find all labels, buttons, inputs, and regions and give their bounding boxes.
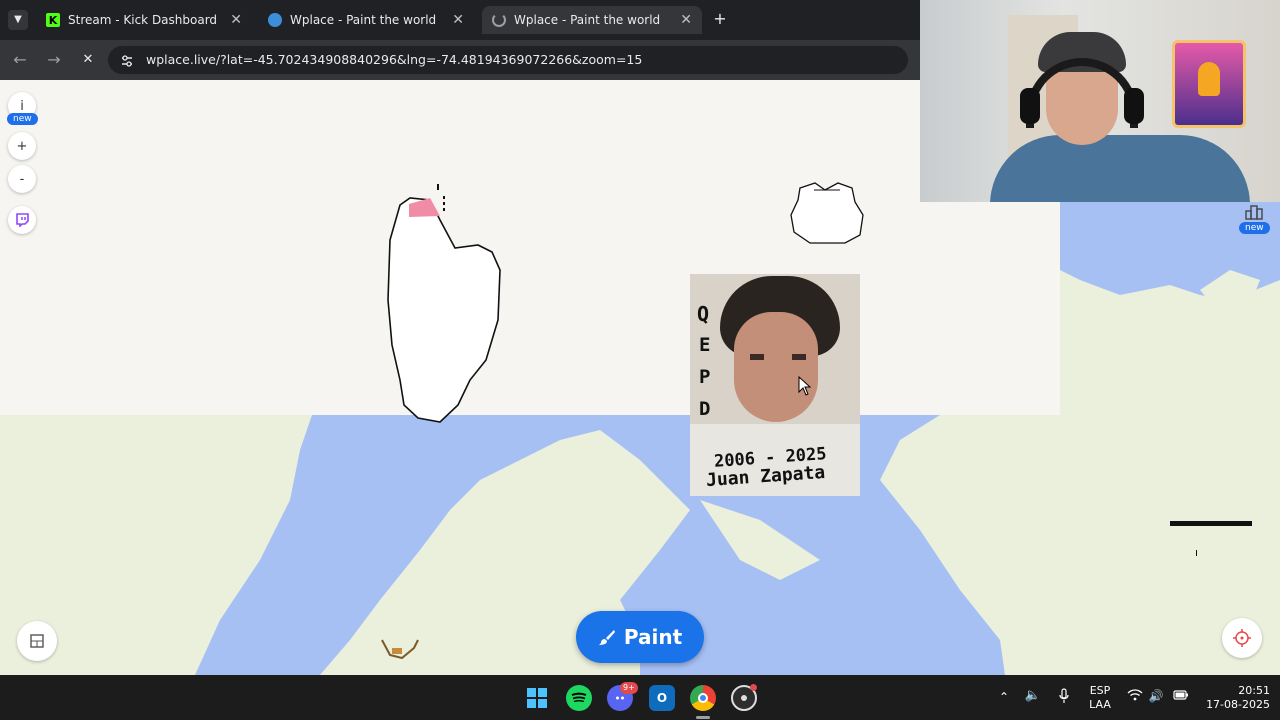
- url-text: wplace.live/?lat=-45.702434908840296&lng…: [146, 52, 643, 67]
- plus-icon: +: [16, 138, 28, 154]
- browser-tab-bar: ▼ K Stream - Kick Dashboard ✕ Wplace - P…: [0, 0, 920, 40]
- site-settings-icon[interactable]: [120, 53, 134, 67]
- tab-kick-dashboard[interactable]: K Stream - Kick Dashboard ✕: [36, 6, 252, 34]
- face: [734, 312, 818, 422]
- url-field[interactable]: wplace.live/?lat=-45.702434908840296&lng…: [108, 46, 908, 74]
- obs-recording-dot: [750, 684, 757, 691]
- tab-wplace-1[interactable]: Wplace - Paint the world ✕: [258, 6, 474, 34]
- zoom-out-button[interactable]: -: [8, 165, 36, 193]
- chrome-icon[interactable]: [690, 685, 716, 711]
- twitch-icon: [16, 213, 29, 227]
- input-language[interactable]: ESP LAA: [1084, 684, 1116, 712]
- info-icon: i: [20, 98, 24, 114]
- paint-button-label: Paint: [623, 625, 683, 649]
- clock-time: 20:51: [1238, 684, 1270, 697]
- minus-icon: -: [19, 171, 25, 187]
- close-tab-icon[interactable]: ✕: [680, 12, 692, 28]
- back-arrow-icon[interactable]: ←: [10, 50, 30, 70]
- eyes: [750, 354, 806, 360]
- start-windows-icon[interactable]: [524, 685, 550, 711]
- streamer-webcam: [920, 0, 1280, 202]
- leaderboard-button[interactable]: [1240, 200, 1268, 224]
- streamer-shirt: [990, 135, 1250, 202]
- outlook-icon[interactable]: O: [649, 685, 675, 711]
- tab-wplace-2[interactable]: Wplace - Paint the world ✕: [482, 6, 702, 34]
- mouse-cursor-icon: [798, 376, 812, 396]
- leaderboard-icon: [1245, 205, 1263, 220]
- wplace-loading-icon: [492, 13, 506, 27]
- globe-icon: [268, 13, 282, 27]
- tab-title: Wplace - Paint the world: [514, 13, 661, 27]
- close-tab-icon[interactable]: ✕: [452, 12, 464, 28]
- tab-title: Wplace - Paint the world: [290, 13, 437, 27]
- letter-e: E: [699, 334, 711, 356]
- headphone-cup-left: [1020, 88, 1040, 124]
- chrome-active-indicator: [696, 716, 710, 719]
- address-bar: ← → ✕ wplace.live/?lat=-45.7024349088402…: [0, 40, 920, 80]
- volume-icon[interactable]: 🔈: [1024, 689, 1042, 703]
- tab-search-button[interactable]: ▼: [8, 10, 28, 30]
- forward-arrow-icon[interactable]: →: [44, 50, 64, 70]
- zoom-in-button[interactable]: +: [8, 132, 36, 160]
- paint-button[interactable]: Paint: [576, 611, 704, 663]
- leaderboard-new-badge: new: [1239, 222, 1270, 234]
- spotify-icon[interactable]: [566, 685, 592, 711]
- new-tab-button[interactable]: +: [710, 9, 730, 29]
- brush-icon: [598, 630, 615, 645]
- locate-button[interactable]: [1222, 618, 1262, 658]
- crosshair-icon: [1233, 629, 1251, 647]
- tab-title: Stream - Kick Dashboard: [68, 13, 218, 27]
- stop-loading-icon[interactable]: ✕: [78, 50, 98, 70]
- discord-notification-badge: 9+: [620, 682, 638, 694]
- wifi-icon[interactable]: [1126, 689, 1144, 705]
- microphone-icon[interactable]: [1056, 688, 1072, 708]
- clock-date: 17-08-2025: [1206, 698, 1270, 711]
- rank-card-torch-icon: [1198, 62, 1220, 96]
- memorial-portrait-artwork: Q E P D 2006 - 2025 Juan Zapata: [690, 274, 860, 496]
- show-hidden-icons-chevron-icon[interactable]: ⌃: [996, 690, 1012, 704]
- battery-icon[interactable]: [1172, 690, 1190, 704]
- speaker-icon[interactable]: 🔊: [1148, 689, 1164, 703]
- info-new-badge: new: [7, 113, 38, 125]
- close-tab-icon[interactable]: ✕: [230, 12, 242, 28]
- kick-logo-icon: K: [46, 13, 60, 27]
- letter-p: P: [699, 366, 711, 388]
- windows-taskbar: 9+ O ⌃ 🔈 ESP LAA 🔊 20:51 17-08-2025: [0, 675, 1280, 720]
- language-code: ESP: [1089, 684, 1111, 697]
- letter-q: Q: [697, 302, 710, 326]
- grid-icon: [30, 634, 44, 648]
- keyboard-layout: LAA: [1089, 698, 1111, 711]
- clock[interactable]: 20:51 17-08-2025: [1196, 684, 1270, 712]
- twitch-button[interactable]: [8, 206, 36, 234]
- palette-button[interactable]: [17, 621, 57, 661]
- letter-d: D: [699, 398, 711, 420]
- headphone-cup-right: [1124, 88, 1144, 124]
